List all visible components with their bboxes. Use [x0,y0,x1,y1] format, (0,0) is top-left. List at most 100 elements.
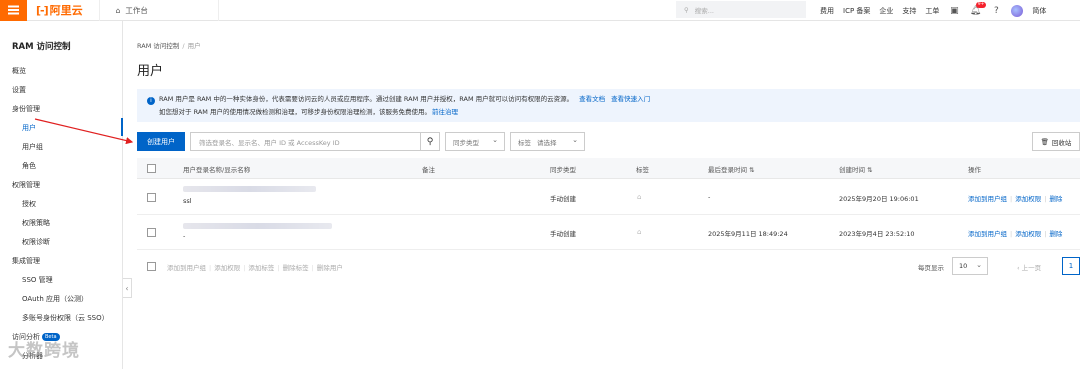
top-link-ticket[interactable]: 工单 [925,6,939,16]
bell-icon[interactable]: 🔔︎ 9+ [969,1,987,17]
notice-text-1: RAM 用户是 RAM 中的一种实体身份，代表需要访问云的人员或应用程序。通过创… [159,95,574,103]
add-permission-link[interactable]: 添加权限 [1015,195,1041,203]
trash-icon: 🗑︎ [1040,137,1049,146]
top-link-support[interactable]: 支持 [902,6,916,16]
delete-link[interactable]: 删除 [1049,230,1062,238]
sidebar-item-diagnostics[interactable]: 权限诊断 [22,237,50,247]
bulk-remove-tag[interactable]: 删除标签 [283,264,309,272]
redacted-login-name[interactable] [183,186,316,192]
select-all-checkbox[interactable] [147,164,156,173]
col-username: 用户登录名称/显示名称 [183,166,251,174]
action-separator: | [1010,195,1013,203]
tag-select[interactable]: 标签 请选择 ⌄ [510,132,585,151]
info-notice: i RAM 用户是 RAM 中的一种实体身份，代表需要访问云的人员或应用程序。通过… [137,89,1080,122]
sync-type-label: 同步类型 [453,138,479,147]
chevron-left-icon: ‹ [125,283,129,293]
bulk-delete-user[interactable]: 删除用户 [317,264,343,272]
quick-start-link[interactable]: 查看快速入门 [611,95,650,103]
menu-button[interactable] [0,0,27,21]
workbench-link[interactable]: ⌂ 工作台 [98,0,219,21]
action-separator: | [1010,230,1013,238]
col-actions: 操作 [968,166,981,174]
page-size-value: 10 [959,262,968,270]
language-switch[interactable]: 简体 [1032,6,1046,16]
bulk-add-tag[interactable]: 添加标签 [248,264,274,272]
global-search-input[interactable]: ⚲ 搜索... [676,1,806,18]
delete-link[interactable]: 删除 [1049,195,1062,203]
recycle-bin-button[interactable]: 🗑︎ 回收站 [1032,132,1080,151]
table-footer: 添加到用户组 | 添加权限 | 添加标签 | 删除标签 | 删除用户 每页显示 10 ⌄ ‹ 上一… [137,256,1080,276]
prev-page-button[interactable]: ‹ 上一页 [1017,262,1041,272]
sync-type-select[interactable]: 同步类型 ⌄ [445,132,505,151]
image-icon[interactable]: ▣ [948,5,960,17]
avatar[interactable] [1011,4,1024,17]
page-title: 用户 [137,64,164,79]
sidebar-item-users[interactable]: 用户 [22,123,36,133]
aliyun-logo[interactable]: [-] 阿里云 [36,2,83,18]
sidebar-item-cloud-sso[interactable]: 多账号身份权限（云 SSO） [22,313,109,323]
sidebar-item-settings[interactable]: 设置 [12,85,26,95]
row-actions: 添加到用户组 | 添加权限 | 删除 [968,228,1062,238]
created-time-value: 2025年9月20日 19:06:01 [839,195,919,203]
bulk-actions: 添加到用户组 | 添加权限 | 添加标签 | 删除标签 | 删除用户 [167,262,343,272]
sync-type-value: 手动创建 [550,195,576,203]
sidebar-group-integration[interactable]: 集成管理 [12,256,40,266]
bulk-add-to-group[interactable]: 添加到用户组 [167,264,206,272]
sidebar-item-user-groups[interactable]: 用户组 [22,142,43,152]
sidebar-group-permissions[interactable]: 权限管理 [12,180,40,190]
breadcrumb: RAM 访问控制 / 用户 [137,40,201,50]
page-number-current[interactable]: 1 [1062,257,1080,275]
chevron-down-icon: ⌄ [572,136,578,144]
create-user-button[interactable]: 创建用户 [137,132,185,151]
sidebar-item-grants[interactable]: 授权 [22,199,36,209]
search-icon: ⚲ [684,5,689,14]
bulk-select-checkbox[interactable] [147,262,156,271]
page-size-select[interactable]: 10 ⌄ [952,257,988,275]
top-link-enterprise[interactable]: 企业 [879,6,893,16]
notice-line-1: i RAM 用户是 RAM 中的一种实体身份，代表需要访问云的人员或应用程序。通过… [147,93,1080,106]
add-to-group-link[interactable]: 添加到用户组 [968,195,1007,203]
sidebar-title: RAM 访问控制 [12,42,71,52]
recycle-bin-label: 回收站 [1051,138,1072,147]
search-button[interactable]: ⚲ [420,132,440,151]
col-last-login[interactable]: 最后登录时间 ⇅ [708,164,755,174]
top-link-icp[interactable]: ICP 备案 [843,6,870,16]
chevron-down-icon: ⌄ [492,136,498,144]
add-permission-link[interactable]: 添加权限 [1015,230,1041,238]
sidebar-item-roles[interactable]: 角色 [22,161,36,171]
workbench-label: 工作台 [125,5,148,15]
governance-link[interactable]: 前往治理 [432,108,458,116]
watermark: 大数跨境 [8,341,80,361]
row-checkbox[interactable] [147,228,156,237]
tag-icon[interactable]: ⌂ [637,193,641,201]
add-to-group-link[interactable]: 添加到用户组 [968,230,1007,238]
breadcrumb-root[interactable]: RAM 访问控制 [137,42,179,50]
view-docs-link[interactable]: 查看文档 [579,95,605,103]
last-login-value: - [708,193,711,201]
bulk-add-permission[interactable]: 添加权限 [214,264,240,272]
col-sync-type: 同步类型 [550,166,576,174]
tag-icon[interactable]: ⌂ [637,228,641,236]
sidebar-item-policies[interactable]: 权限策略 [22,218,50,228]
col-remark: 备注 [422,166,435,174]
user-search-input[interactable]: 筛选登录名、显示名、用户 ID 或 AccessKey ID [190,132,421,151]
sidebar-item-oauth[interactable]: OAuth 应用（公测） [22,294,88,304]
sidebar-collapse-button[interactable]: ‹ [123,278,132,298]
top-link-billing[interactable]: 费用 [820,6,834,16]
help-icon[interactable]: ? [990,5,1002,17]
sidebar-item-sso[interactable]: SSO 管理 [22,275,53,285]
col-created[interactable]: 创建时间 ⇅ [839,164,873,174]
breadcrumb-separator: / [182,42,185,50]
prev-page-label: 上一页 [1021,264,1042,272]
action-separator: | [1044,230,1047,238]
table-header: 用户登录名称/显示名称 备注 同步类型 标签 最后登录时间 ⇅ 创建时间 ⇅ 操… [137,158,1080,179]
sidebar-group-identity[interactable]: 身份管理 [12,104,40,114]
action-separator: | [243,264,246,272]
redacted-login-name[interactable] [183,223,332,229]
sidebar-item-overview[interactable]: 概览 [12,66,26,76]
created-time-value: 2023年9月4日 23:52:10 [839,230,915,238]
row-checkbox[interactable] [147,193,156,202]
tag-select-placeholder: 请选择 [537,138,557,147]
chevron-down-icon: ⌄ [976,261,982,269]
user-display-name: - [183,232,186,240]
